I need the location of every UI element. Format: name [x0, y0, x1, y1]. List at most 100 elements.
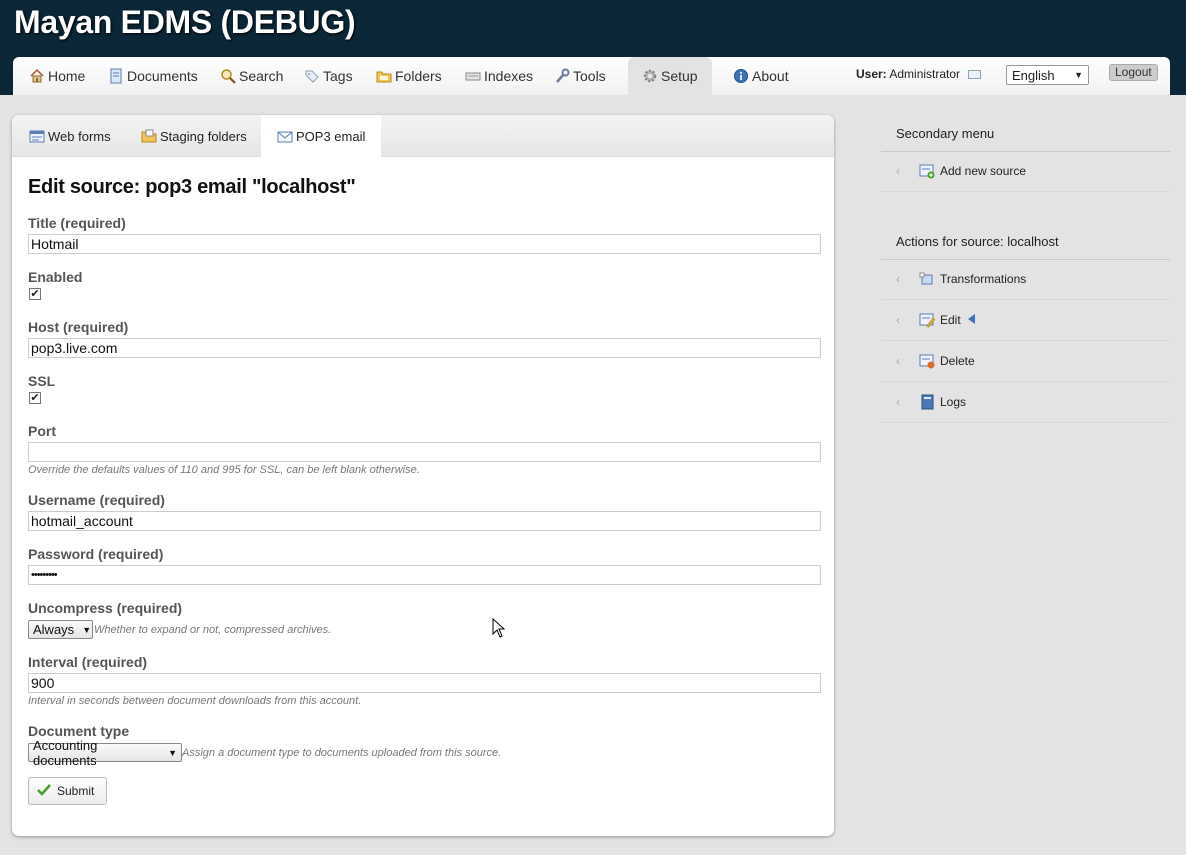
chevron-down-icon: ▼ — [168, 747, 177, 758]
user-card-icon[interactable] — [968, 70, 982, 80]
mouse-cursor-icon — [492, 617, 506, 643]
divider — [881, 299, 1170, 300]
current-indicator-icon — [966, 313, 976, 328]
chevron-left-icon: ‹ — [896, 395, 900, 409]
document-type-select[interactable]: Accounting documents ▼ — [28, 738, 182, 768]
interval-help-text: Interval in seconds between document dow… — [28, 695, 362, 707]
port-help-text: Override the defaults values of 110 and … — [28, 464, 420, 476]
sidebar-item-label: Add new source — [940, 164, 1027, 178]
edit-icon — [919, 312, 936, 328]
app-title: Mayan EDMS (DEBUG) — [14, 4, 356, 40]
enabled-label: Enabled — [28, 269, 83, 285]
staging-folder-icon — [141, 128, 157, 144]
document-icon — [108, 68, 124, 84]
nav-item-indexes[interactable]: Indexes — [465, 57, 533, 95]
nav-item-tools[interactable]: Tools — [554, 57, 606, 95]
add-source-icon — [919, 163, 935, 179]
sidebar-item-edit[interactable]: ‹ Edit — [896, 312, 976, 328]
nav-label-search: Search — [239, 68, 284, 84]
divider — [881, 422, 1170, 423]
language-value: English — [1012, 67, 1055, 83]
sidebar-item-label: Logs — [940, 395, 967, 409]
nav-label-home: Home — [48, 68, 86, 84]
logout-button[interactable]: Logout — [1109, 64, 1158, 81]
tab-staging-folders[interactable]: Staging folders — [141, 115, 261, 157]
tab-pop3-email[interactable]: POP3 email — [261, 115, 381, 158]
page-title: Edit source: pop3 email "localhost" — [28, 176, 356, 198]
delete-icon — [919, 353, 935, 369]
divider — [881, 381, 1170, 382]
sidebar-item-add-new-source[interactable]: ‹ Add new source — [896, 163, 1026, 179]
nav-label-setup: Setup — [661, 68, 698, 84]
enabled-checkbox[interactable]: ✔ — [29, 288, 41, 300]
ssl-label: SSL — [28, 373, 56, 389]
user-name[interactable]: Administrator — [889, 67, 960, 81]
nav-label-about: About — [752, 68, 789, 84]
nav-item-setup[interactable]: Setup — [628, 57, 712, 95]
nav-item-documents[interactable]: Documents — [108, 57, 198, 95]
gear-icon — [642, 68, 658, 84]
password-label: Password (required) — [28, 546, 164, 562]
actions-heading: Actions for source: localhost — [896, 234, 1059, 249]
secondary-menu-heading: Secondary menu — [896, 126, 995, 141]
password-field[interactable]: ••••••••• — [28, 565, 821, 585]
interval-field[interactable]: 900 — [28, 673, 821, 693]
nav-item-about[interactable]: About — [733, 57, 789, 95]
host-label: Host (required) — [28, 319, 129, 335]
ssl-checkbox[interactable]: ✔ — [29, 392, 41, 404]
source-tabs: Web forms Staging folders POP3 email — [12, 115, 834, 158]
web-form-icon — [29, 128, 45, 144]
sidebar-item-label: Edit — [940, 313, 961, 327]
header-bar: Mayan EDMS (DEBUG) Home Documents Search… — [0, 0, 1186, 95]
sidebar-item-label: Delete — [940, 354, 975, 368]
nav-item-folders[interactable]: Folders — [376, 57, 442, 95]
sidebar-item-logs[interactable]: ‹ Logs — [896, 394, 966, 410]
language-select[interactable]: English ▼ — [1006, 65, 1089, 85]
title-field[interactable]: Hotmail — [28, 234, 821, 254]
divider — [881, 191, 1170, 192]
tag-icon — [304, 68, 320, 84]
nav-item-tags[interactable]: Tags — [304, 57, 353, 95]
folder-icon — [376, 68, 392, 84]
nav-label-tags: Tags — [323, 68, 353, 84]
uncompress-help-text: Whether to expand or not, compressed arc… — [94, 624, 332, 636]
divider — [881, 340, 1170, 341]
house-icon — [29, 68, 45, 84]
transform-icon — [919, 271, 935, 287]
user-label: User: — [856, 67, 887, 81]
nav-label-folders: Folders — [395, 68, 442, 84]
tab-web-forms[interactable]: Web forms — [29, 115, 139, 157]
info-icon — [733, 68, 749, 84]
tab-label-pop3-email: POP3 email — [296, 129, 366, 144]
username-label: Username (required) — [28, 492, 165, 508]
port-field[interactable] — [28, 442, 821, 462]
uncompress-label: Uncompress (required) — [28, 600, 183, 616]
chevron-down-icon: ▼ — [1074, 70, 1083, 80]
keyboard-icon — [465, 68, 481, 84]
nav-label-indexes: Indexes — [484, 68, 534, 84]
document-type-value: Accounting documents — [33, 737, 98, 768]
nav-item-home[interactable]: Home — [29, 57, 85, 95]
tab-label-staging-folders: Staging folders — [160, 128, 247, 144]
nav-item-search[interactable]: Search — [220, 57, 283, 95]
sidebar-item-transformations[interactable]: ‹ Transformations — [896, 271, 1026, 287]
chevron-left-icon: ‹ — [896, 354, 900, 368]
chevron-left-icon: ‹ — [896, 164, 900, 178]
chevron-down-icon: ▼ — [82, 624, 92, 635]
checkmark-icon — [37, 783, 51, 799]
host-field[interactable]: pop3.live.com — [28, 338, 821, 358]
tab-label-web-forms: Web forms — [48, 128, 111, 144]
wrench-icon — [554, 68, 570, 84]
submit-button[interactable]: Submit — [28, 777, 107, 805]
nav-label-documents: Documents — [127, 68, 198, 84]
title-label: Title (required) — [28, 215, 126, 231]
uncompress-select[interactable]: Always ▼ — [28, 620, 93, 639]
username-field[interactable]: hotmail_account — [28, 511, 821, 531]
uncompress-value: Always — [33, 622, 75, 637]
sidebar-item-delete[interactable]: ‹ Delete — [896, 353, 975, 369]
main-panel: Web forms Staging folders POP3 email Edi… — [12, 115, 834, 836]
chevron-left-icon: ‹ — [896, 272, 900, 286]
logs-icon — [919, 394, 935, 410]
doctype-help-text: Assign a document type to documents uplo… — [182, 747, 502, 759]
divider — [881, 151, 1170, 152]
